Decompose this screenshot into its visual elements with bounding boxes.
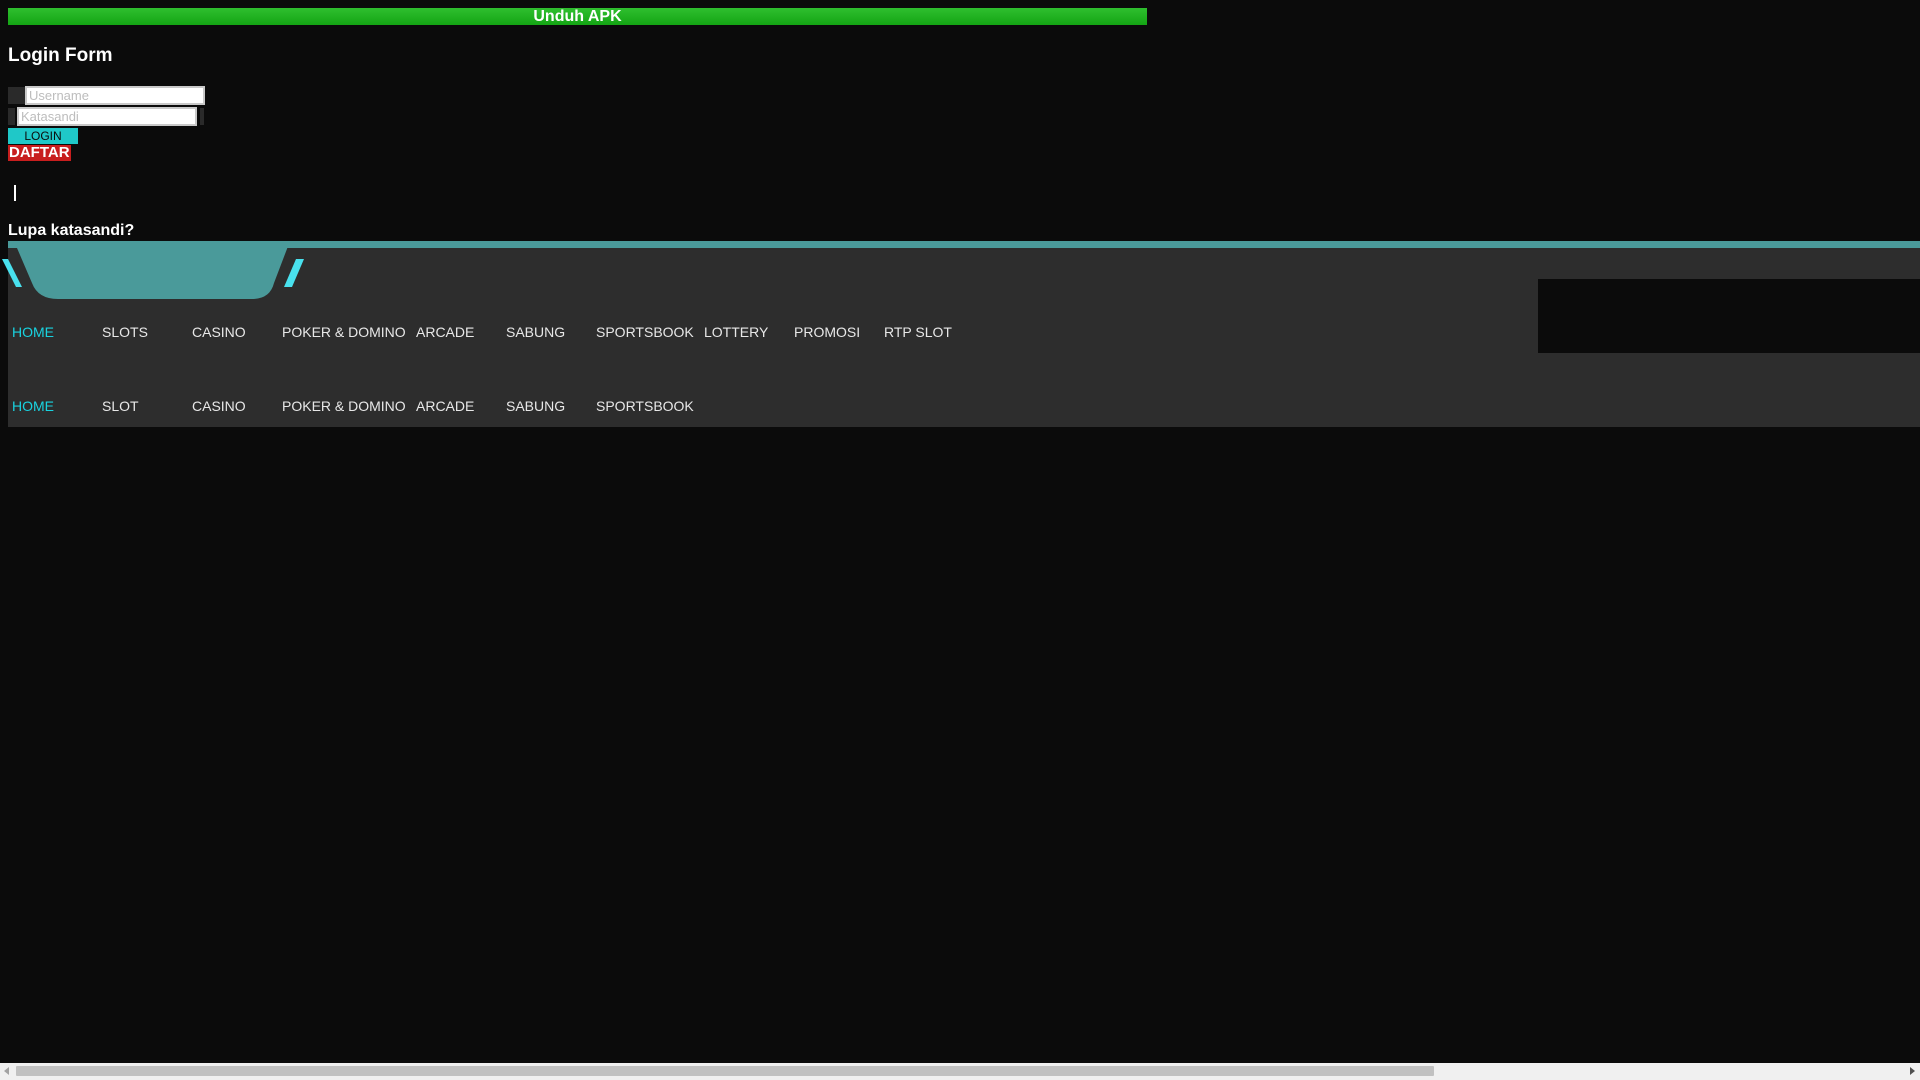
nav-sabung[interactable]: SABUNG: [506, 324, 596, 340]
subnav-slot[interactable]: SLOT: [102, 398, 192, 414]
nav-poker-domino[interactable]: POKER & DOMINO: [282, 324, 416, 340]
scroll-right-arrow-icon[interactable]: [1910, 1067, 1915, 1075]
forgot-password-link[interactable]: Lupa katasandi?: [8, 222, 134, 240]
scrollbar-thumb[interactable]: [16, 1066, 1434, 1076]
text-cursor: [14, 185, 16, 201]
user-icon: [8, 86, 25, 104]
page: Unduh APK Login Form LOGIN DAFTAR Lupa k…: [0, 0, 1920, 1080]
nav-lottery[interactable]: LOTTERY: [704, 324, 794, 340]
subnav-home[interactable]: HOME: [12, 398, 102, 414]
username-input[interactable]: [25, 85, 205, 105]
logo-tab-shape: [2, 241, 304, 299]
register-button[interactable]: DAFTAR: [8, 145, 71, 161]
download-apk-button[interactable]: Unduh APK: [8, 8, 1147, 25]
subnav-sabung[interactable]: SABUNG: [506, 398, 596, 414]
horizontal-scrollbar[interactable]: [0, 1063, 1920, 1080]
subnav-casino[interactable]: CASINO: [192, 398, 282, 414]
secondary-nav: HOME SLOT CASINO POKER & DOMINO ARCADE S…: [12, 398, 704, 414]
nav-home[interactable]: HOME: [12, 324, 102, 340]
password-row: [8, 106, 204, 126]
show-password-icon[interactable]: [200, 107, 204, 125]
login-form-title: Login Form: [8, 45, 113, 66]
lock-icon: [8, 107, 15, 125]
subnav-sportsbook[interactable]: SPORTSBOOK: [596, 398, 704, 414]
nav-promosi[interactable]: PROMOSI: [794, 324, 884, 340]
banner-placeholder: [1538, 279, 1920, 353]
nav-rtp-slot[interactable]: RTP SLOT: [884, 324, 974, 340]
subnav-arcade[interactable]: ARCADE: [416, 398, 506, 414]
nav-casino[interactable]: CASINO: [192, 324, 282, 340]
password-input[interactable]: [17, 106, 197, 126]
main-nav: HOME SLOTS CASINO POKER & DOMINO ARCADE …: [12, 324, 974, 340]
login-button[interactable]: LOGIN: [8, 128, 78, 144]
nav-arcade[interactable]: ARCADE: [416, 324, 506, 340]
username-row: [8, 85, 205, 105]
nav-sportsbook[interactable]: SPORTSBOOK: [596, 324, 704, 340]
scroll-left-arrow-icon[interactable]: [4, 1067, 9, 1075]
nav-slots[interactable]: SLOTS: [102, 324, 192, 340]
subnav-poker-domino[interactable]: POKER & DOMINO: [282, 398, 416, 414]
